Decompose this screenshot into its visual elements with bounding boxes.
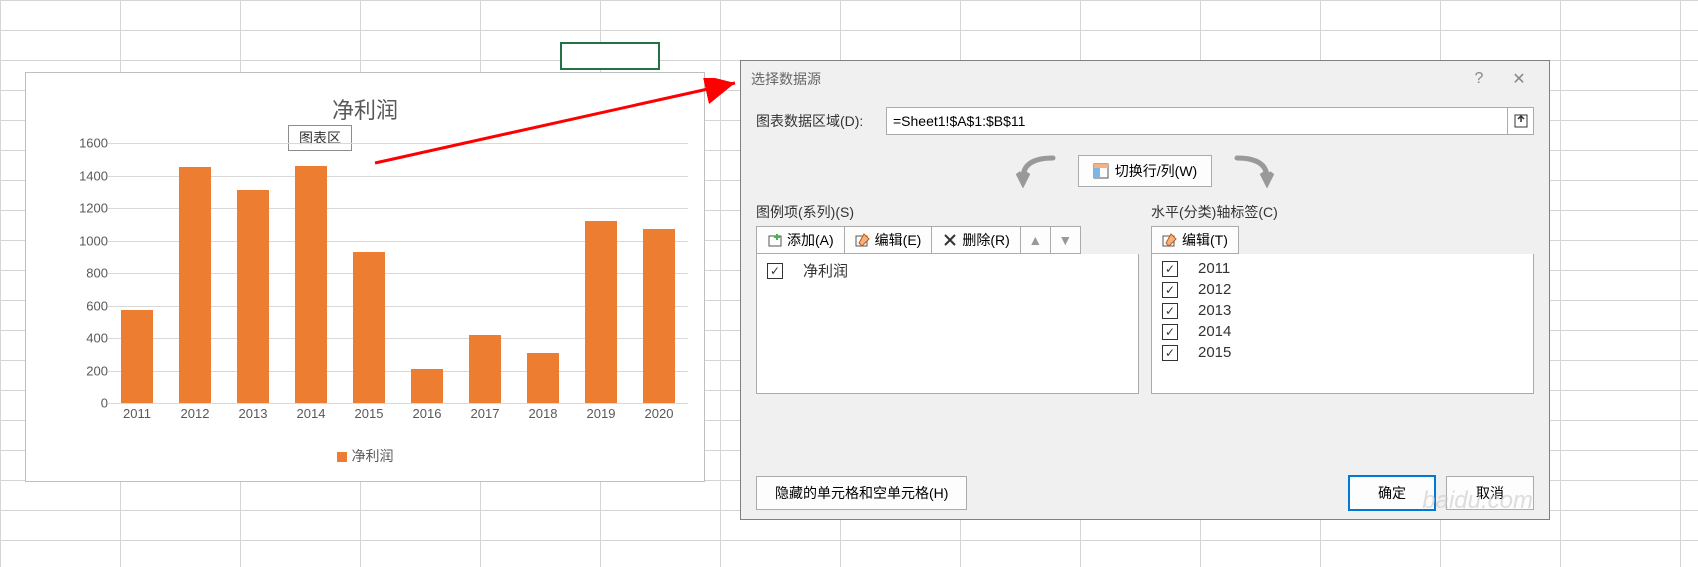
x-tick-label: 2014	[282, 406, 340, 421]
series-name: 净利润	[803, 260, 848, 281]
category-name: 2012	[1198, 281, 1231, 298]
x-tick-label: 2012	[166, 406, 224, 421]
hidden-empty-cells-button[interactable]: 隐藏的单元格和空单元格(H)	[756, 476, 967, 510]
x-axis-labels: 2011201220132014201520162017201820192020	[108, 406, 704, 426]
edit-icon	[855, 232, 871, 248]
ok-button[interactable]: 确定	[1348, 475, 1436, 511]
bar[interactable]	[469, 335, 501, 403]
y-tick-label: 1600	[68, 136, 108, 151]
x-tick-label: 2013	[224, 406, 282, 421]
grid-line	[108, 403, 688, 404]
category-name: 2015	[1198, 344, 1231, 361]
y-tick-label: 0	[68, 396, 108, 411]
cancel-button[interactable]: 取消	[1446, 476, 1534, 510]
list-item[interactable]: ✓ 2013	[1152, 300, 1533, 321]
y-tick-label: 1000	[68, 233, 108, 248]
dialog-title: 选择数据源	[751, 69, 821, 89]
y-tick-label: 1400	[68, 168, 108, 183]
add-series-button[interactable]: 添加(A)	[756, 226, 845, 254]
curved-arrow-right-icon	[1227, 153, 1277, 188]
x-tick-label: 2017	[456, 406, 514, 421]
bars-area	[108, 143, 688, 403]
x-tick-label: 2019	[572, 406, 630, 421]
checkbox[interactable]: ✓	[767, 263, 783, 279]
bar[interactable]	[411, 369, 443, 403]
list-item[interactable]: ✓ 2012	[1152, 279, 1533, 300]
switch-row-column-button[interactable]: 切换行/列(W)	[1078, 155, 1212, 187]
legend-panel-title: 图例项(系列)(S)	[756, 202, 1139, 222]
y-tick-label: 1200	[68, 201, 108, 216]
data-range-label: 图表数据区域(D):	[756, 111, 886, 131]
bar[interactable]	[237, 190, 269, 403]
category-list[interactable]: ✓ 2011 ✓ 2012 ✓ 2013 ✓ 2014 ✓ 2015	[1151, 254, 1534, 394]
category-name: 2014	[1198, 323, 1231, 340]
checkbox[interactable]: ✓	[1162, 282, 1178, 298]
chart-legend: 净利润	[26, 446, 704, 466]
axis-panel-title: 水平(分类)轴标签(C)	[1151, 202, 1534, 222]
checkbox[interactable]: ✓	[1162, 345, 1178, 361]
list-item[interactable]: ✓ 净利润	[757, 258, 1138, 283]
x-tick-label: 2015	[340, 406, 398, 421]
axis-labels-panel: 水平(分类)轴标签(C) 编辑(T) ✓2011✓2012✓2013✓2014✓…	[1151, 202, 1534, 394]
series-list[interactable]: ✓ 净利润	[756, 254, 1139, 394]
remove-series-button[interactable]: 删除(R)	[932, 226, 1020, 254]
edit-series-button[interactable]: 编辑(E)	[845, 226, 933, 254]
list-item[interactable]: ✓ 2011	[1152, 258, 1533, 279]
data-range-input[interactable]	[886, 107, 1508, 135]
bar[interactable]	[643, 229, 675, 403]
range-selector-icon	[1514, 114, 1528, 128]
chart-container[interactable]: 净利润 图表区 02004006008001000120014001600 20…	[25, 72, 705, 482]
bar[interactable]	[527, 353, 559, 403]
legend-swatch	[337, 452, 347, 462]
list-item[interactable]: ✓ 2014	[1152, 321, 1533, 342]
selected-cell[interactable]	[560, 42, 660, 70]
y-tick-label: 600	[68, 298, 108, 313]
chart-title: 净利润	[26, 93, 704, 125]
y-tick-label: 400	[68, 331, 108, 346]
plot-area[interactable]: 02004006008001000120014001600	[68, 143, 688, 403]
category-name: 2011	[1198, 260, 1230, 277]
bar[interactable]	[295, 166, 327, 403]
checkbox[interactable]: ✓	[1162, 303, 1178, 319]
dialog-titlebar[interactable]: 选择数据源 ? ✕	[741, 61, 1549, 97]
add-icon	[767, 232, 783, 248]
y-axis: 02004006008001000120014001600	[68, 143, 108, 403]
help-button[interactable]: ?	[1459, 65, 1499, 93]
switch-icon	[1093, 163, 1109, 179]
bar[interactable]	[585, 221, 617, 403]
bar[interactable]	[353, 252, 385, 403]
x-tick-label: 2018	[514, 406, 572, 421]
checkbox[interactable]: ✓	[1162, 324, 1178, 340]
y-tick-label: 200	[68, 363, 108, 378]
edit-icon	[1162, 232, 1178, 248]
x-tick-label: 2011	[108, 406, 166, 421]
edit-axis-labels-button[interactable]: 编辑(T)	[1151, 226, 1239, 254]
select-data-source-dialog: 选择数据源 ? ✕ 图表数据区域(D):	[740, 60, 1550, 520]
checkbox[interactable]: ✓	[1162, 261, 1178, 277]
legend-label: 净利润	[352, 448, 394, 464]
x-tick-label: 2020	[630, 406, 688, 421]
bar[interactable]	[179, 167, 211, 403]
move-up-button[interactable]: ▲	[1021, 226, 1051, 254]
close-button[interactable]: ✕	[1499, 65, 1539, 93]
curved-arrow-left-icon	[1013, 153, 1063, 188]
legend-entries-panel: 图例项(系列)(S) 添加(A) 编辑(E)	[756, 202, 1139, 394]
category-name: 2013	[1198, 302, 1231, 319]
bar[interactable]	[121, 310, 153, 403]
x-tick-label: 2016	[398, 406, 456, 421]
collapse-dialog-button[interactable]	[1508, 107, 1534, 135]
remove-icon	[942, 232, 958, 248]
list-item[interactable]: ✓ 2015	[1152, 342, 1533, 363]
y-tick-label: 800	[68, 266, 108, 281]
move-down-button[interactable]: ▼	[1051, 226, 1081, 254]
